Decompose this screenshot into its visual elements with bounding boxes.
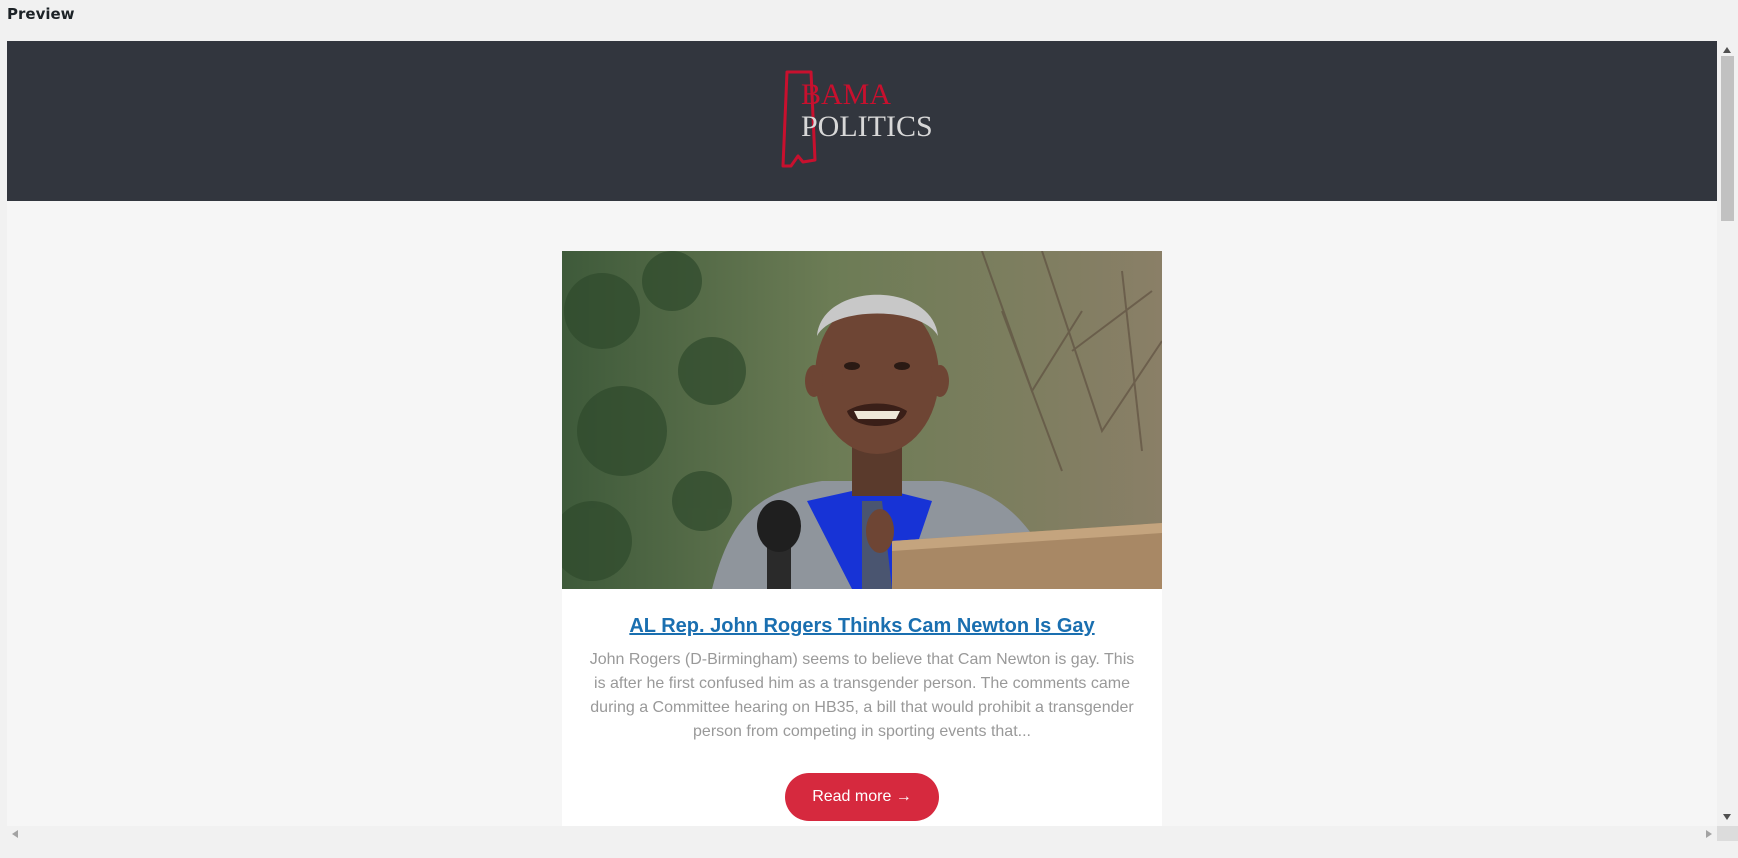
scroll-down-icon[interactable] xyxy=(1723,814,1731,820)
read-more-button[interactable]: Read more → xyxy=(785,773,939,821)
article-title-link[interactable]: AL Rep. John Rogers Thinks Cam Newton Is… xyxy=(562,615,1162,638)
horizontal-scrollbar[interactable] xyxy=(7,826,1717,841)
article-excerpt: John Rogers (D-Birmingham) seems to beli… xyxy=(589,651,1135,740)
email-preview-frame: BAMA POLITICS AL Rep. John Rogers Thinks… xyxy=(7,41,1717,826)
article-card: AL Rep. John Rogers Thinks Cam Newton Is… xyxy=(562,251,1162,826)
scrollbar-corner xyxy=(1717,826,1738,841)
scroll-right-icon[interactable] xyxy=(1706,830,1712,838)
preview-label: Preview xyxy=(7,5,75,23)
bama-politics-logo[interactable]: BAMA POLITICS xyxy=(781,68,951,174)
vertical-scrollbar[interactable] xyxy=(1717,41,1738,826)
scroll-left-icon[interactable] xyxy=(12,830,18,838)
logo-line2: POLITICS xyxy=(801,110,933,143)
scrollbar-thumb[interactable] xyxy=(1721,56,1734,221)
scroll-up-icon[interactable] xyxy=(1723,47,1731,53)
article-hero-image[interactable] xyxy=(562,251,1162,589)
newsletter-header: BAMA POLITICS xyxy=(7,41,1717,201)
logo-line1: BAMA xyxy=(801,78,891,111)
